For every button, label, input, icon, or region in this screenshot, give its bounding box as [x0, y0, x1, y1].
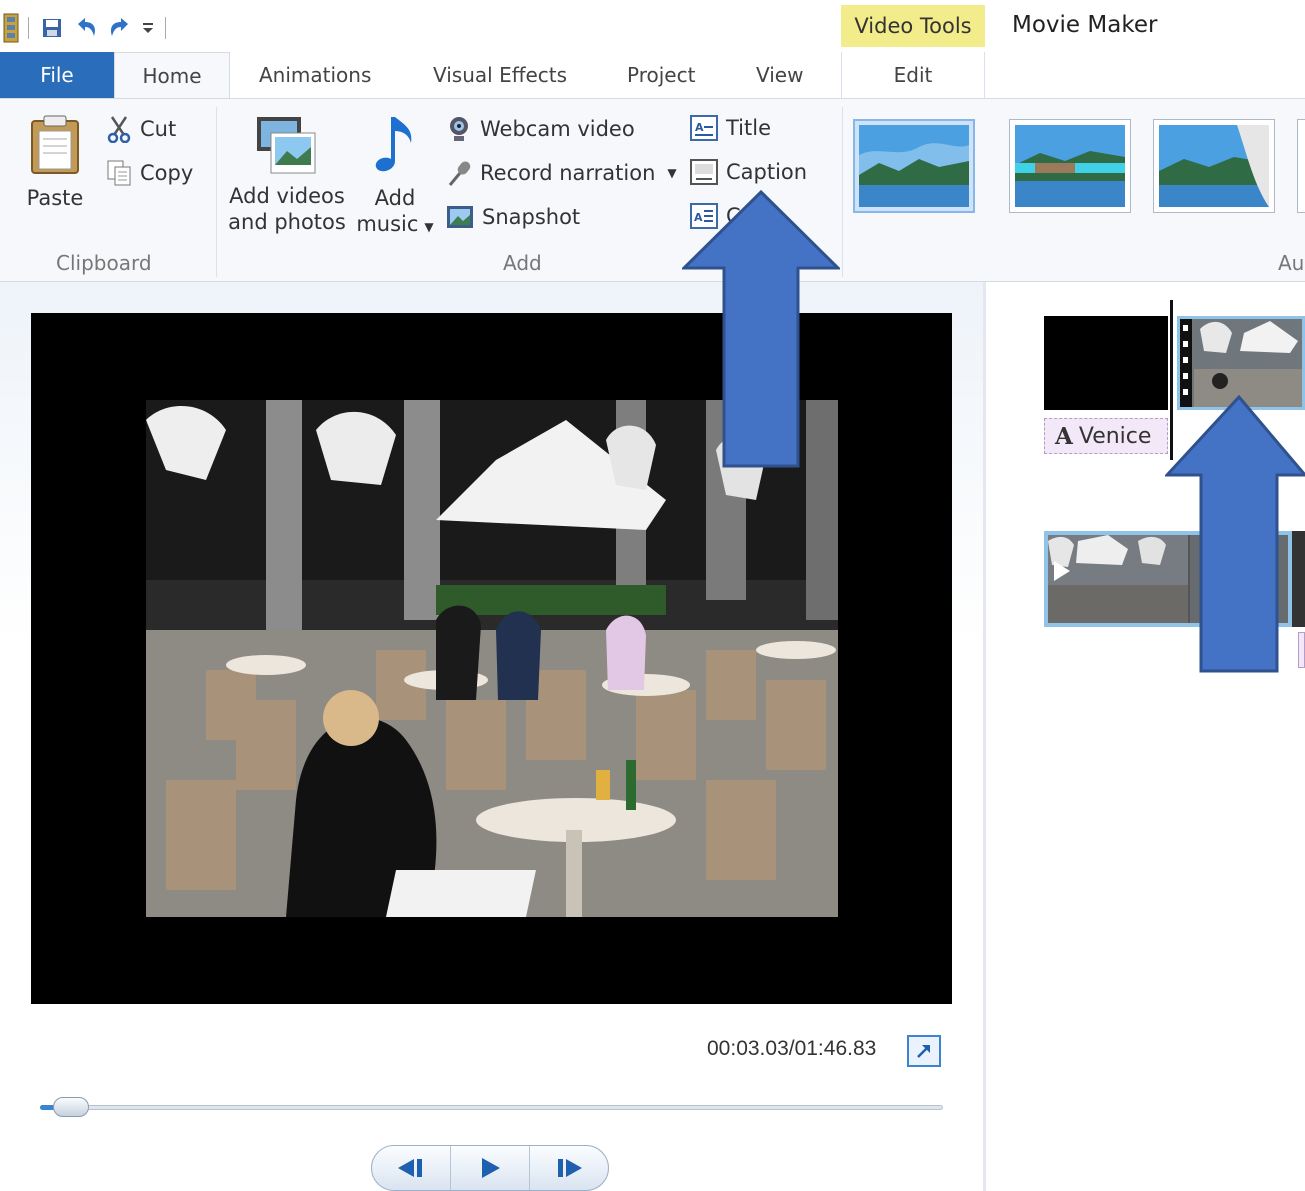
group-separator — [842, 107, 843, 277]
copy-button[interactable]: Copy — [106, 159, 193, 187]
play-icon — [482, 1158, 500, 1178]
scissors-icon — [106, 115, 132, 143]
snapshot-label: Snapshot — [482, 205, 581, 229]
fullscreen-button[interactable] — [907, 1035, 941, 1067]
save-icon[interactable] — [35, 11, 69, 45]
caption-button[interactable]: Caption — [690, 159, 807, 185]
expand-arrow-icon — [917, 1045, 930, 1058]
theme-thumbnail — [1159, 125, 1269, 207]
tab-home[interactable]: Home — [114, 52, 230, 99]
qat-separator — [165, 17, 166, 39]
tab-file[interactable]: File — [0, 52, 114, 98]
microphone-icon — [446, 159, 472, 187]
group-separator — [216, 107, 217, 277]
tab-view[interactable]: View — [756, 52, 803, 98]
annotation-arrow-up — [682, 190, 840, 468]
snapshot-button[interactable]: Snapshot — [446, 203, 580, 231]
tab-edit[interactable]: Edit — [841, 52, 985, 98]
redo-icon[interactable] — [103, 11, 137, 45]
ribbon-home: Paste Cut Copy Clipboard Add videos and … — [0, 98, 1305, 282]
window-title: Movie Maker — [1012, 12, 1158, 38]
title-label: Title — [726, 116, 772, 140]
next-frame-icon — [558, 1159, 582, 1177]
automovie-theme-cinematic[interactable] — [1009, 119, 1131, 213]
caption-overlay-text: Venice — [1078, 423, 1152, 449]
add-music-label-line1: Add — [374, 186, 416, 210]
quick-access-toolbar — [0, 10, 172, 46]
caption-text-icon: A — [1055, 422, 1073, 450]
next-frame-button[interactable] — [530, 1146, 608, 1190]
seek-slider-thumb[interactable] — [53, 1097, 89, 1117]
caption-label: Caption — [726, 160, 808, 184]
webcam-video-label: Webcam video — [480, 117, 635, 141]
title-bar: Video Tools Movie Maker — [0, 0, 1305, 52]
play-button[interactable] — [451, 1146, 530, 1190]
chevron-down-icon: ▼ — [424, 220, 434, 234]
app-menu-icon[interactable] — [0, 11, 22, 45]
svg-text:A: A — [695, 121, 704, 134]
automovie-theme-partial[interactable] — [1297, 119, 1305, 213]
add-group-label: Add — [503, 251, 542, 275]
previous-frame-icon — [398, 1159, 422, 1177]
undo-icon[interactable] — [69, 11, 103, 45]
title-icon: A — [690, 115, 718, 141]
webcam-video-button[interactable]: Webcam video — [446, 115, 635, 143]
webcam-icon — [446, 115, 472, 143]
clipboard-group-label: Clipboard — [56, 251, 152, 275]
storyboard-title-clip[interactable] — [1044, 316, 1168, 410]
caption-overlay-tag[interactable]: A Venice — [1044, 418, 1168, 454]
title-button[interactable]: A Title — [690, 115, 771, 141]
cut-button[interactable]: Cut — [106, 115, 176, 143]
theme-thumbnail — [1015, 125, 1125, 207]
copy-icon — [106, 159, 132, 187]
tab-animations[interactable]: Animations — [259, 52, 371, 98]
snapshot-icon — [446, 203, 474, 231]
theme-thumbnail — [859, 125, 969, 207]
copy-label: Copy — [140, 161, 194, 185]
record-narration-button[interactable]: Record narration ▼ — [446, 159, 677, 187]
paste-icon — [31, 115, 79, 174]
automovie-group-label: Au — [1278, 251, 1305, 275]
chevron-down-icon: ▼ — [667, 166, 677, 180]
playback-controls — [371, 1145, 609, 1191]
qat-separator — [28, 17, 29, 39]
add-videos-label-line2: and photos — [228, 210, 346, 234]
cut-label: Cut — [140, 117, 177, 141]
customize-qat-icon[interactable] — [137, 11, 159, 45]
video-tools-group: Video Tools — [841, 5, 985, 47]
previous-frame-button[interactable] — [372, 1146, 451, 1190]
seek-slider-track[interactable] — [40, 1105, 943, 1110]
annotation-arrow-up — [1165, 395, 1305, 673]
add-videos-label-line1: Add videos — [229, 184, 345, 208]
preview-frame-photo — [146, 400, 838, 917]
automovie-theme-fade[interactable] — [1153, 119, 1275, 213]
paste-label: Paste — [26, 186, 84, 210]
music-note-icon — [375, 117, 412, 172]
ribbon-tabs: File Home Animations Visual Effects Proj… — [0, 52, 1305, 99]
tab-project[interactable]: Project — [627, 52, 695, 98]
playback-timecode: 00:03.03/01:46.83 — [707, 1037, 877, 1060]
record-narration-label: Record narration — [480, 161, 656, 185]
caption-icon — [690, 159, 718, 185]
tab-visual-effects[interactable]: Visual Effects — [433, 52, 567, 98]
film-photo-icon — [257, 117, 316, 174]
paste-button[interactable]: Paste — [22, 115, 88, 211]
add-music-label-line2: music — [356, 212, 419, 236]
add-videos-and-photos-button[interactable]: Add videos and photos — [226, 115, 348, 235]
add-music-button[interactable]: Add music ▼ — [356, 113, 434, 240]
automovie-theme-default[interactable] — [853, 119, 975, 213]
